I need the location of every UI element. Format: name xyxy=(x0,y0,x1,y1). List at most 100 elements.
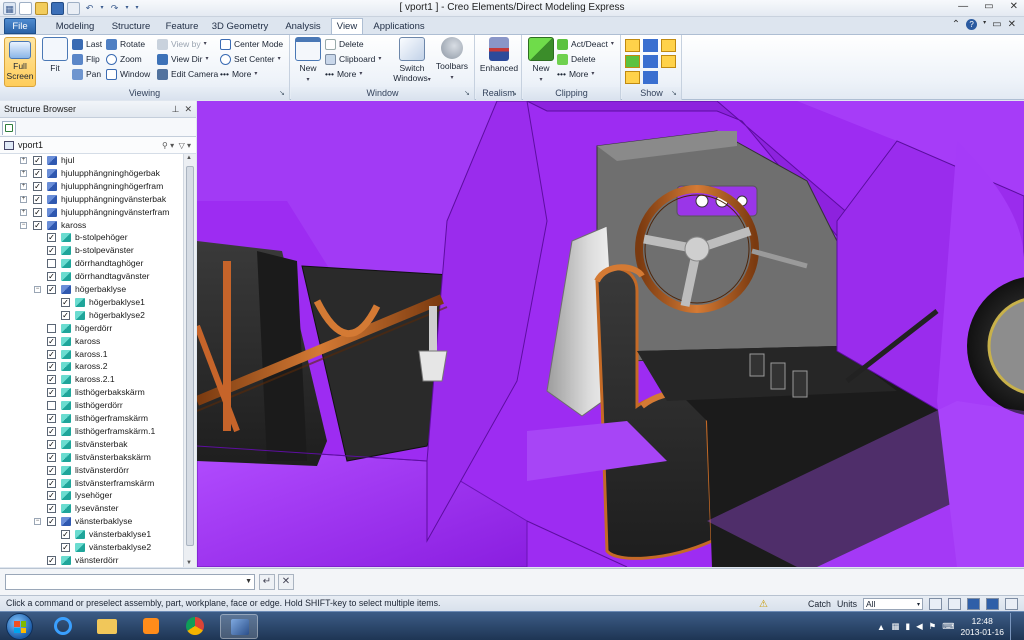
visibility-checkbox[interactable]: ✓ xyxy=(33,168,42,178)
close-icon[interactable]: ✕ xyxy=(1008,19,1016,30)
network-icon[interactable]: ▦ xyxy=(891,621,899,632)
visibility-checkbox[interactable]: ✓ xyxy=(47,336,56,346)
expand-icon[interactable]: + xyxy=(20,208,27,216)
tree-item[interactable]: ✓ listvänsterbak xyxy=(0,438,183,451)
tile-icon[interactable] xyxy=(1005,598,1018,610)
new-window-button[interactable]: New ▾ xyxy=(295,37,321,85)
show-parts-icon[interactable] xyxy=(643,71,658,84)
tree-item[interactable]: ✓ högerbaklyse2 xyxy=(0,309,183,322)
visibility-checkbox[interactable]: ✓ xyxy=(47,375,56,385)
visibility-checkbox[interactable]: ✓ xyxy=(47,439,56,449)
tree-item[interactable]: ✓ vänsterbaklyse2 xyxy=(0,541,183,554)
fit-button[interactable]: Fit xyxy=(40,37,70,73)
pin-icon[interactable]: ⊥ xyxy=(172,104,180,114)
viewing-more-button[interactable]: ••• More ▾ xyxy=(220,68,257,81)
zoom-button[interactable]: Zoom xyxy=(106,53,142,66)
show-edges-icon[interactable] xyxy=(643,39,658,52)
dropdown-arrow-icon[interactable]: ▾ xyxy=(187,141,191,150)
tree-item[interactable]: − ✓ högerbaklyse xyxy=(0,283,183,296)
visibility-checkbox[interactable]: ✓ xyxy=(33,194,42,204)
show-faces-icon[interactable] xyxy=(625,39,640,52)
delete-clipping-button[interactable]: Delete xyxy=(557,53,596,66)
expand-icon[interactable]: + xyxy=(20,195,27,203)
tree-item[interactable]: − ✓ vänsterbaklyse xyxy=(0,515,183,528)
ribbon-collapse-icon[interactable]: ⌃ xyxy=(952,19,960,30)
clipboard-button[interactable]: Clipboard ▾ xyxy=(325,53,381,66)
warning-icon[interactable]: ⚠ xyxy=(759,597,768,612)
tree-tab[interactable] xyxy=(2,121,16,135)
visibility-checkbox[interactable]: ✓ xyxy=(47,491,56,501)
collapse-icon[interactable]: − xyxy=(34,518,41,526)
units-select[interactable]: All ▾ xyxy=(863,598,923,610)
visibility-checkbox[interactable]: ✓ xyxy=(47,388,56,398)
file-explorer-taskbar-button[interactable] xyxy=(88,614,126,639)
tree-item[interactable]: ✓ listhögerbakskärm xyxy=(0,386,183,399)
visibility-checkbox[interactable] xyxy=(47,259,56,269)
tree-item[interactable]: ✓ lysehöger xyxy=(0,489,183,502)
tree-item[interactable]: − ✓ kaross xyxy=(0,219,183,232)
visibility-checkbox[interactable]: ✓ xyxy=(47,233,56,243)
pan-button[interactable]: Pan xyxy=(72,68,101,81)
visibility-checkbox[interactable]: ✓ xyxy=(47,478,56,488)
visibility-checkbox[interactable]: ✓ xyxy=(47,349,56,359)
center-mode-button[interactable]: Center Mode xyxy=(220,38,283,51)
edit-camera-button[interactable]: Edit Camera xyxy=(157,68,218,81)
tree-item[interactable]: ✓ listvänsterdörr xyxy=(0,464,183,477)
dialog-launcher-icon[interactable]: ↘ xyxy=(671,90,679,98)
visibility-checkbox[interactable]: ✓ xyxy=(47,504,56,514)
close-viewport-icon[interactable] xyxy=(986,598,999,610)
dropdown-arrow-icon[interactable]: ▾ xyxy=(170,141,174,150)
tree-item[interactable]: + ✓ hjulupphängninghögerbak xyxy=(0,167,183,180)
act-deact-button[interactable]: Act/Deact ▾ xyxy=(557,38,614,51)
cancel-command-button[interactable]: ✕ xyxy=(278,574,294,590)
view-by-button[interactable]: View by ▾ xyxy=(157,38,207,51)
fullscreen-toggle-icon[interactable] xyxy=(967,598,980,610)
dialog-launcher-icon[interactable]: ↘ xyxy=(464,90,472,98)
3d-viewport[interactable] xyxy=(197,101,1024,567)
visibility-checkbox[interactable]: ✓ xyxy=(47,465,56,475)
visibility-checkbox[interactable]: ✓ xyxy=(33,207,42,217)
visibility-checkbox[interactable]: ✓ xyxy=(47,517,56,527)
viewport-layout-icon[interactable] xyxy=(948,598,961,610)
tree-item[interactable]: ✓ kaross.2.1 xyxy=(0,373,183,386)
restore-icon[interactable]: ▭ xyxy=(992,19,1001,30)
viewport-selector[interactable]: vport1 ⚲ ▾ ▽ ▾ xyxy=(0,137,196,154)
tree-item[interactable]: ✓ listvänsterframskärm xyxy=(0,477,183,490)
command-input[interactable]: ▼ xyxy=(5,574,255,590)
tree-item[interactable]: högerdörr xyxy=(0,322,183,335)
visibility-checkbox[interactable]: ✓ xyxy=(61,297,70,307)
binoculars-icon[interactable]: ⚲ xyxy=(162,141,168,150)
scrollbar-thumb[interactable] xyxy=(186,166,194,546)
visibility-checkbox[interactable]: ✓ xyxy=(33,181,42,191)
flag-icon[interactable]: ⚑ xyxy=(929,621,937,632)
dialog-launcher-icon[interactable]: ↘ xyxy=(511,90,519,98)
show-labels-icon[interactable] xyxy=(625,71,640,84)
tree-item[interactable]: ✓ b-stolpehöger xyxy=(0,231,183,244)
tree-item[interactable]: ✓ lysevänster xyxy=(0,502,183,515)
dropdown-arrow-icon[interactable]: ▾ xyxy=(983,19,986,30)
start-button[interactable] xyxy=(6,613,33,640)
collapse-icon[interactable]: − xyxy=(20,221,27,229)
catch-label[interactable]: Catch xyxy=(808,597,831,612)
tree-item[interactable]: ✓ kaross xyxy=(0,335,183,348)
tree-item[interactable]: ✓ listhögerframskärm.1 xyxy=(0,425,183,438)
tree-item[interactable]: + ✓ hjul xyxy=(0,154,183,167)
tree-item[interactable]: dörrhandtaghöger xyxy=(0,257,183,270)
battery-icon[interactable]: ▮ xyxy=(905,621,910,632)
tree-item[interactable]: + ✓ hjulupphängningvänsterbak xyxy=(0,193,183,206)
rotate-button[interactable]: Rotate xyxy=(106,38,145,51)
scroll-up-icon[interactable]: ▲ xyxy=(186,155,192,161)
visibility-checkbox[interactable] xyxy=(47,401,56,411)
last-view-button[interactable]: Last xyxy=(72,38,102,51)
close-icon[interactable]: ✕ xyxy=(184,104,192,114)
internet-explorer-taskbar-button[interactable] xyxy=(44,614,82,639)
tree-item[interactable]: + ✓ hjulupphängninghögerfram xyxy=(0,180,183,193)
delete-window-button[interactable]: Delete xyxy=(325,38,364,51)
show-shaded-icon[interactable] xyxy=(661,39,676,52)
show-coordinates-icon[interactable] xyxy=(661,55,676,68)
tab-modeling[interactable]: Modeling xyxy=(48,18,102,34)
visibility-checkbox[interactable] xyxy=(47,323,56,333)
view-dir-button[interactable]: View Dir ▾ xyxy=(157,53,209,66)
units-label[interactable]: Units xyxy=(837,597,857,612)
visibility-checkbox[interactable]: ✓ xyxy=(61,530,70,540)
